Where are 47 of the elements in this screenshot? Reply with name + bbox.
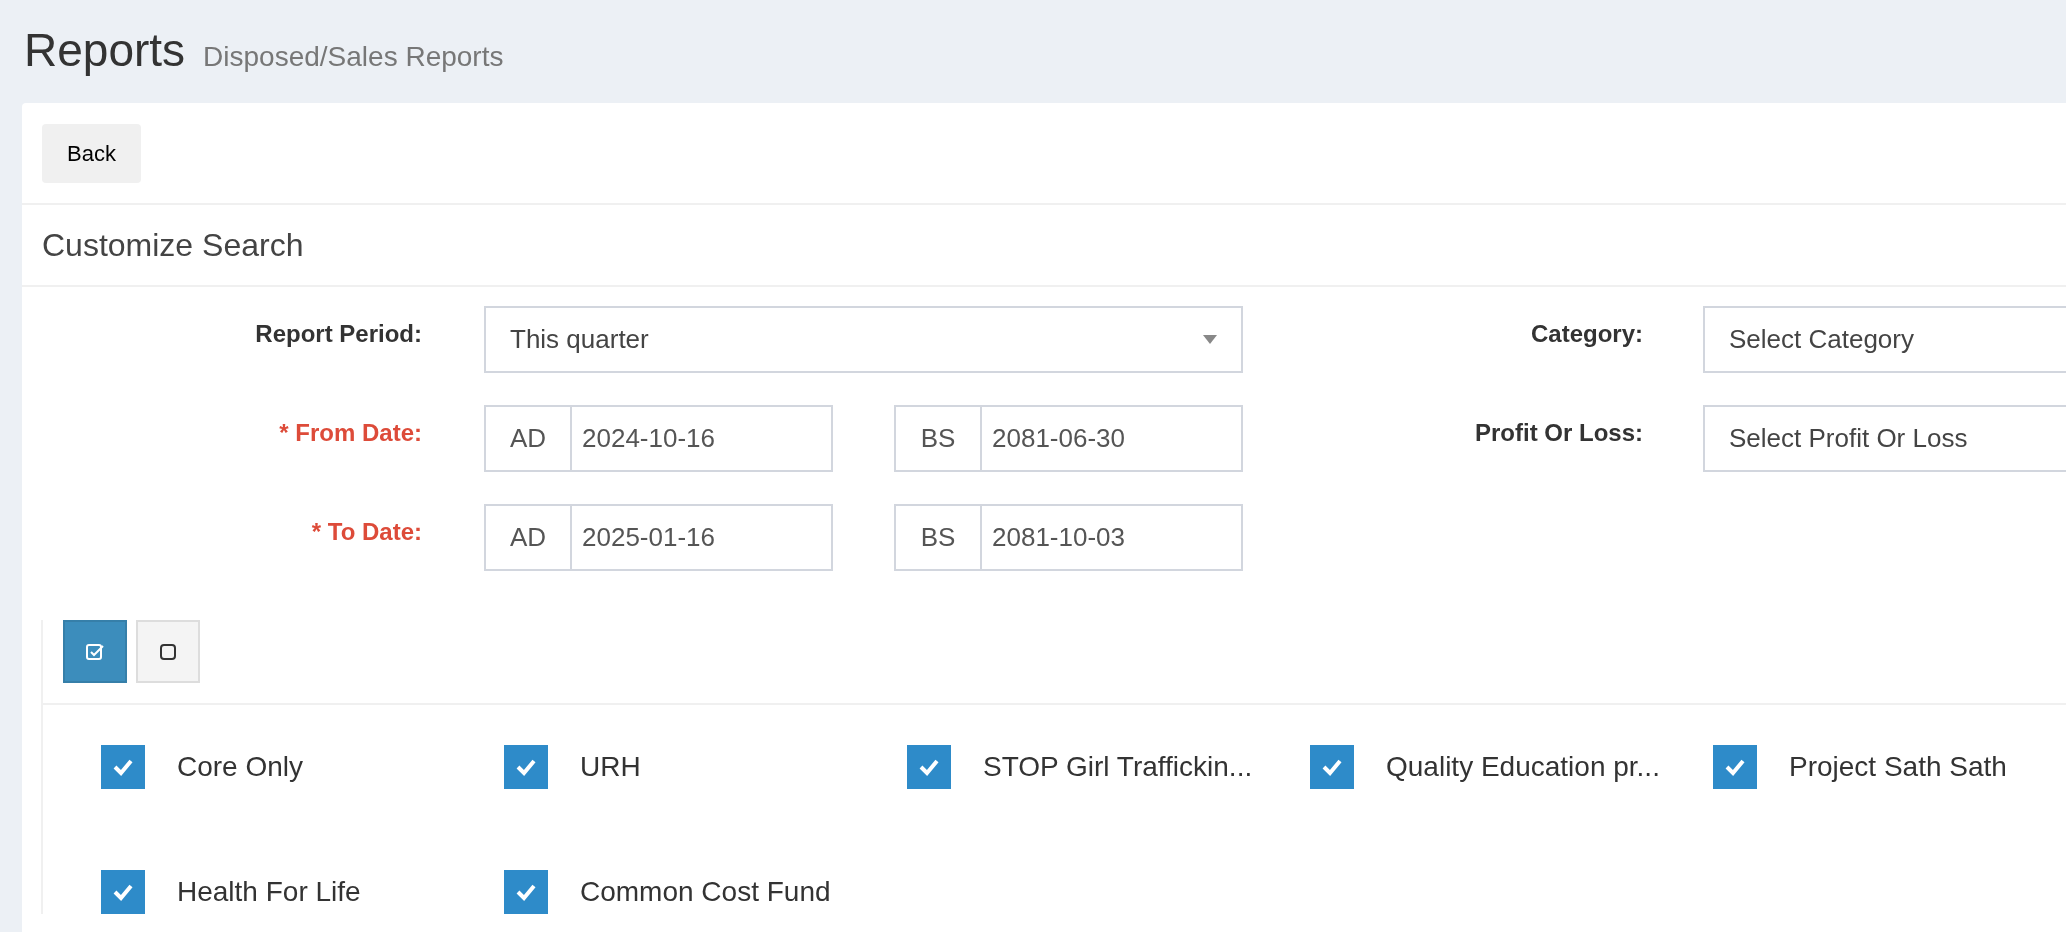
checkbox[interactable] [504,870,548,914]
checkbox-label: URH [580,750,641,784]
field-label: * To Date: [311,517,422,547]
empty-box-icon [159,642,177,661]
date-field[interactable]: 2024-10-16 [572,405,833,472]
checkbox[interactable] [907,745,951,789]
select-value: Select Category [1729,323,1914,356]
field-label: Profit Or Loss: [1475,418,1643,448]
checkbox-label: Health For Life [177,875,361,909]
check-icon [1724,758,1746,776]
checkbox-label: STOP Girl Traffickin... [983,750,1253,784]
checkbox[interactable] [101,745,145,789]
field-label: Report Period: [255,319,422,349]
field-label: * From Date: [279,418,422,448]
page-subtitle: Disposed/Sales Reports [203,43,504,73]
select-field[interactable]: Select Category [1703,306,2066,373]
checkbox[interactable] [1713,745,1757,789]
report-period-select[interactable]: This quarter [484,306,1243,373]
date-addon: AD [484,405,572,472]
check-icon [515,883,537,901]
section-title: Customize Search [42,226,304,265]
select-value: Select Profit Or Loss [1729,422,1968,455]
date-field[interactable]: 2025-01-16 [572,504,833,571]
check-icon [515,758,537,776]
caret-icon [1203,335,1217,344]
checkbox[interactable] [1310,745,1354,789]
checkbox-label: Core Only [177,750,304,784]
select-field[interactable]: Select Profit Or Loss [1703,405,2066,472]
checkbox-label: Quality Education pr... [1386,750,1660,784]
check-icon [112,883,134,901]
check-icon [1321,758,1343,776]
checkbox[interactable] [101,870,145,914]
uncheck-all-button[interactable] [136,620,200,683]
checked-box-icon [85,641,105,662]
date-addon: BS [894,405,982,472]
check-all-button[interactable] [63,620,127,683]
check-icon [918,758,940,776]
checkbox-label: Project Sath Sath [1789,750,2007,784]
back-button[interactable]: Back [42,123,141,183]
checkbox[interactable] [504,745,548,789]
date-field[interactable]: 2081-06-30 [982,405,1243,472]
field-label: Category: [1530,319,1643,349]
checkbox-label: Common Cost Fund [580,875,831,909]
check-icon [112,758,134,776]
date-addon: AD [484,504,572,571]
date-addon: BS [894,504,982,571]
date-field[interactable]: 2081-10-03 [982,504,1243,571]
